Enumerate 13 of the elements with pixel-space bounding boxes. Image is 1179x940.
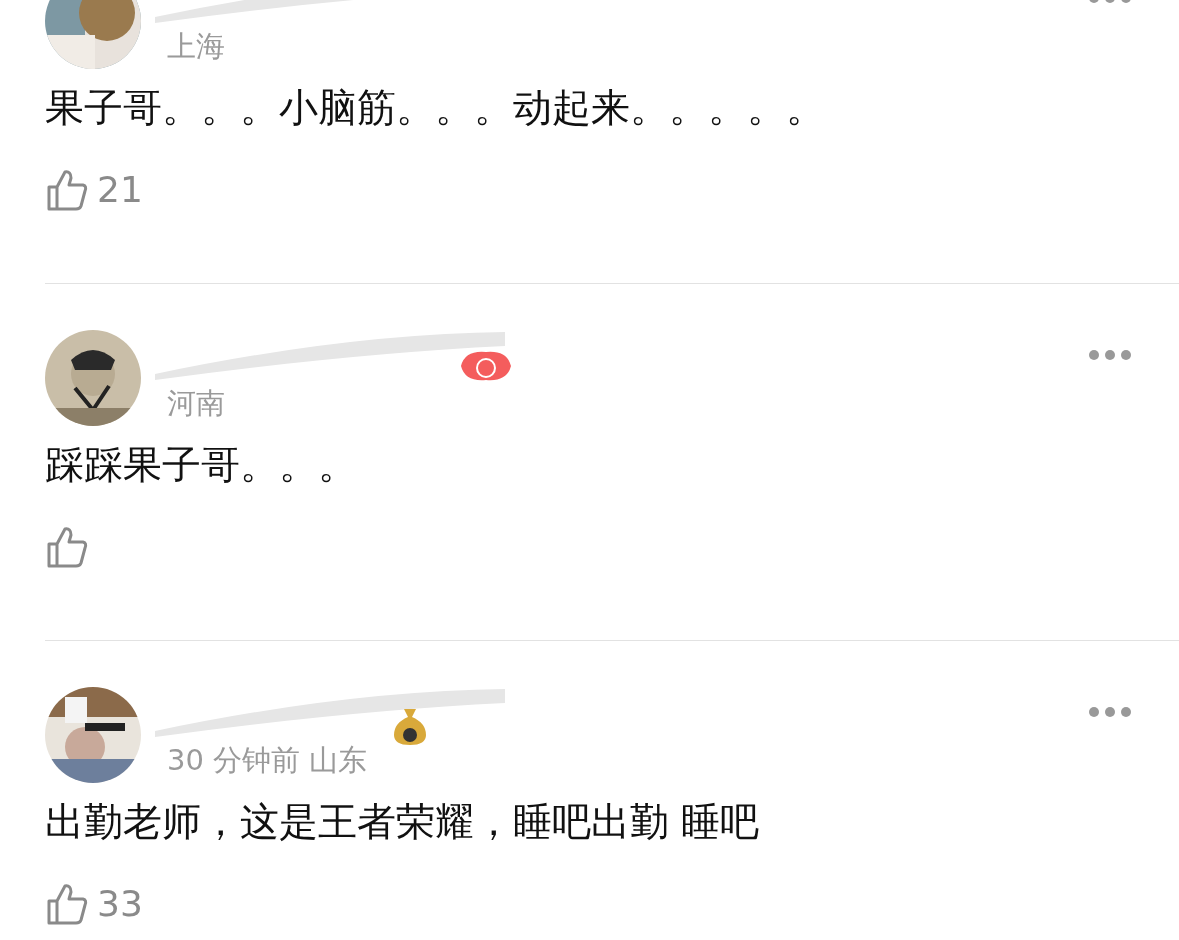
like-count: 33	[97, 881, 143, 926]
comment-meta: 上海	[167, 28, 225, 65]
comment-text: 果子哥。。。小脑筋。。。动起来。。。。。	[45, 84, 826, 132]
thumbs-up-icon[interactable]	[45, 524, 89, 569]
more-icon[interactable]	[1089, 707, 1131, 717]
comment-text: 出勤老师，这是王者荣耀，睡吧出勤 睡吧	[45, 798, 761, 846]
comment-meta: 30 分钟前 山东	[167, 742, 368, 779]
thumbs-up-icon[interactable]	[45, 881, 89, 926]
more-icon[interactable]	[1089, 350, 1131, 360]
comment-text: 踩踩果子哥。。。	[45, 441, 358, 489]
comment-meta: 河南	[167, 385, 225, 422]
thumbs-up-icon[interactable]	[45, 167, 89, 212]
like-count: 21	[97, 167, 143, 212]
